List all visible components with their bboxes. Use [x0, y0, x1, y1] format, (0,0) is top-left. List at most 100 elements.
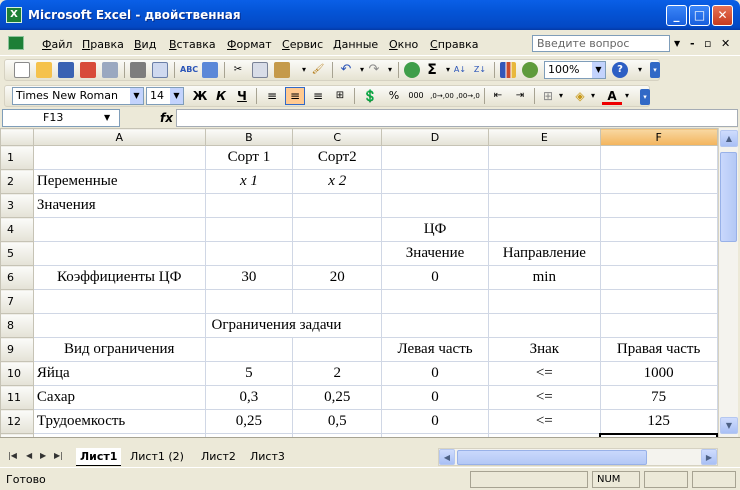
- formula-input[interactable]: [176, 109, 738, 127]
- prev-sheet-icon[interactable]: ◀: [26, 451, 32, 460]
- cell-d11[interactable]: 0: [381, 385, 489, 410]
- font-size-dropdown-icon[interactable]: ▼: [170, 88, 183, 104]
- bold-button[interactable]: Ж: [190, 87, 210, 105]
- cell-e12[interactable]: <=: [487, 409, 601, 434]
- redo-icon[interactable]: ↷: [366, 62, 382, 78]
- cell-a6[interactable]: Коэффициенты ЦФ: [32, 265, 206, 290]
- cell-a5[interactable]: [32, 241, 206, 266]
- column-header-c[interactable]: C: [292, 128, 383, 146]
- cell-c1[interactable]: Сорт2: [292, 145, 383, 170]
- cell-b1[interactable]: Сорт 1: [204, 145, 294, 170]
- help-icon[interactable]: ?: [612, 62, 628, 78]
- format-painter-icon[interactable]: 🖌: [310, 62, 326, 78]
- borders-icon[interactable]: ⊞: [538, 87, 558, 105]
- cell-a1[interactable]: [32, 145, 206, 170]
- cell-d1[interactable]: [381, 145, 489, 170]
- cell-a7[interactable]: [32, 289, 206, 314]
- cell-a3[interactable]: Значения: [32, 193, 206, 218]
- zoom-select[interactable]: 100% ▼: [544, 61, 606, 79]
- autosum-icon[interactable]: Σ: [424, 62, 440, 78]
- font-name-dropdown-icon[interactable]: ▼: [130, 88, 143, 104]
- cell-e5[interactable]: Направление: [487, 241, 601, 266]
- sheet-tab-1[interactable]: Лист1: [76, 448, 122, 466]
- cell-b6[interactable]: 30: [204, 265, 294, 290]
- cell-c10[interactable]: 2: [292, 361, 383, 386]
- increase-indent-icon[interactable]: ⇥: [510, 87, 530, 105]
- sheet-tab-3[interactable]: Лист2: [197, 448, 240, 466]
- cell-f5[interactable]: [599, 241, 718, 266]
- minimize-button[interactable]: _: [666, 5, 687, 26]
- sort-descending-icon[interactable]: Z↓: [472, 62, 488, 78]
- cell-d6[interactable]: 0: [381, 265, 489, 290]
- row-header[interactable]: 6: [0, 265, 34, 290]
- first-sheet-icon[interactable]: |◀: [8, 451, 17, 460]
- vertical-scroll-thumb[interactable]: [720, 152, 737, 242]
- align-left-button[interactable]: ≡: [262, 87, 282, 105]
- menu-data[interactable]: Данные: [333, 38, 378, 51]
- chart-wizard-icon[interactable]: [500, 62, 516, 78]
- column-header-a[interactable]: A: [32, 128, 206, 146]
- ask-question-input[interactable]: Введите вопрос: [532, 35, 670, 52]
- cell-c7[interactable]: [292, 289, 383, 314]
- email-icon[interactable]: [102, 62, 118, 78]
- cell-b12[interactable]: 0,25: [204, 409, 294, 434]
- cell-f4[interactable]: [599, 217, 718, 242]
- align-center-button[interactable]: ≡: [285, 87, 305, 105]
- permission-icon[interactable]: [80, 62, 96, 78]
- cell-c6[interactable]: 20: [292, 265, 383, 290]
- borders-dropdown-icon[interactable]: ▾: [556, 87, 566, 105]
- cell-d5[interactable]: Значение: [381, 241, 489, 266]
- align-right-button[interactable]: ≡: [308, 87, 328, 105]
- fill-color-dropdown-icon[interactable]: ▾: [588, 87, 598, 105]
- row-header[interactable]: 5: [0, 241, 34, 266]
- cell-e10[interactable]: <=: [487, 361, 601, 386]
- cell-e7[interactable]: [487, 289, 601, 314]
- decrease-indent-icon[interactable]: ⇤: [488, 87, 508, 105]
- row-header[interactable]: 7: [0, 289, 34, 314]
- ask-dropdown-icon[interactable]: ▼: [674, 39, 680, 48]
- select-all-corner[interactable]: [0, 128, 34, 146]
- row-header[interactable]: 12: [0, 409, 34, 434]
- cell-c12[interactable]: 0,5: [292, 409, 383, 434]
- cell-e9[interactable]: Знак: [487, 337, 601, 362]
- cell-a4[interactable]: [32, 217, 206, 242]
- zoom-dropdown-icon[interactable]: ▼: [592, 62, 605, 78]
- doc-close-button[interactable]: ✕: [721, 37, 730, 50]
- workbook-icon[interactable]: [8, 36, 24, 50]
- font-size-select[interactable]: 14 ▼: [146, 87, 184, 105]
- menu-edit[interactable]: Правка: [82, 38, 124, 51]
- cell-a2[interactable]: Переменные: [32, 169, 206, 194]
- cell-d7[interactable]: [381, 289, 489, 314]
- cell-f6[interactable]: [599, 265, 718, 290]
- horizontal-scroll-thumb[interactable]: [457, 450, 647, 465]
- cell-f7[interactable]: [599, 289, 718, 314]
- redo-dropdown-icon[interactable]: ▾: [382, 62, 398, 78]
- row-header[interactable]: 8: [0, 313, 34, 338]
- column-header-f[interactable]: F: [599, 128, 718, 146]
- cell-f1[interactable]: [599, 145, 718, 170]
- doc-minimize-button[interactable]: -: [690, 37, 695, 50]
- cell-f9[interactable]: Правая часть: [599, 337, 718, 362]
- row-header[interactable]: 11: [0, 385, 34, 410]
- italic-button[interactable]: К: [211, 87, 231, 105]
- name-box[interactable]: F13: [2, 109, 120, 127]
- maximize-button[interactable]: □: [689, 5, 710, 26]
- cell-e11[interactable]: <=: [487, 385, 601, 410]
- cell-c9[interactable]: [292, 337, 383, 362]
- cell-e1[interactable]: [487, 145, 601, 170]
- cell-b5[interactable]: [204, 241, 294, 266]
- menu-help[interactable]: Справка: [430, 38, 478, 51]
- row-header[interactable]: 3: [0, 193, 34, 218]
- underline-button[interactable]: Ч: [232, 87, 252, 105]
- print-preview-icon[interactable]: [152, 62, 168, 78]
- cell-d10[interactable]: 0: [381, 361, 489, 386]
- horizontal-scrollbar[interactable]: ◀ ▶: [438, 448, 718, 466]
- cell-e8[interactable]: [487, 313, 601, 338]
- print-icon[interactable]: [130, 62, 146, 78]
- cell-d2[interactable]: [381, 169, 489, 194]
- cell-a11[interactable]: Сахар: [32, 385, 206, 410]
- menu-insert[interactable]: Вставка: [169, 38, 216, 51]
- column-header-e[interactable]: E: [487, 128, 601, 146]
- insert-function-icon[interactable]: fx: [160, 111, 173, 125]
- name-box-dropdown-icon[interactable]: ▼: [104, 113, 110, 122]
